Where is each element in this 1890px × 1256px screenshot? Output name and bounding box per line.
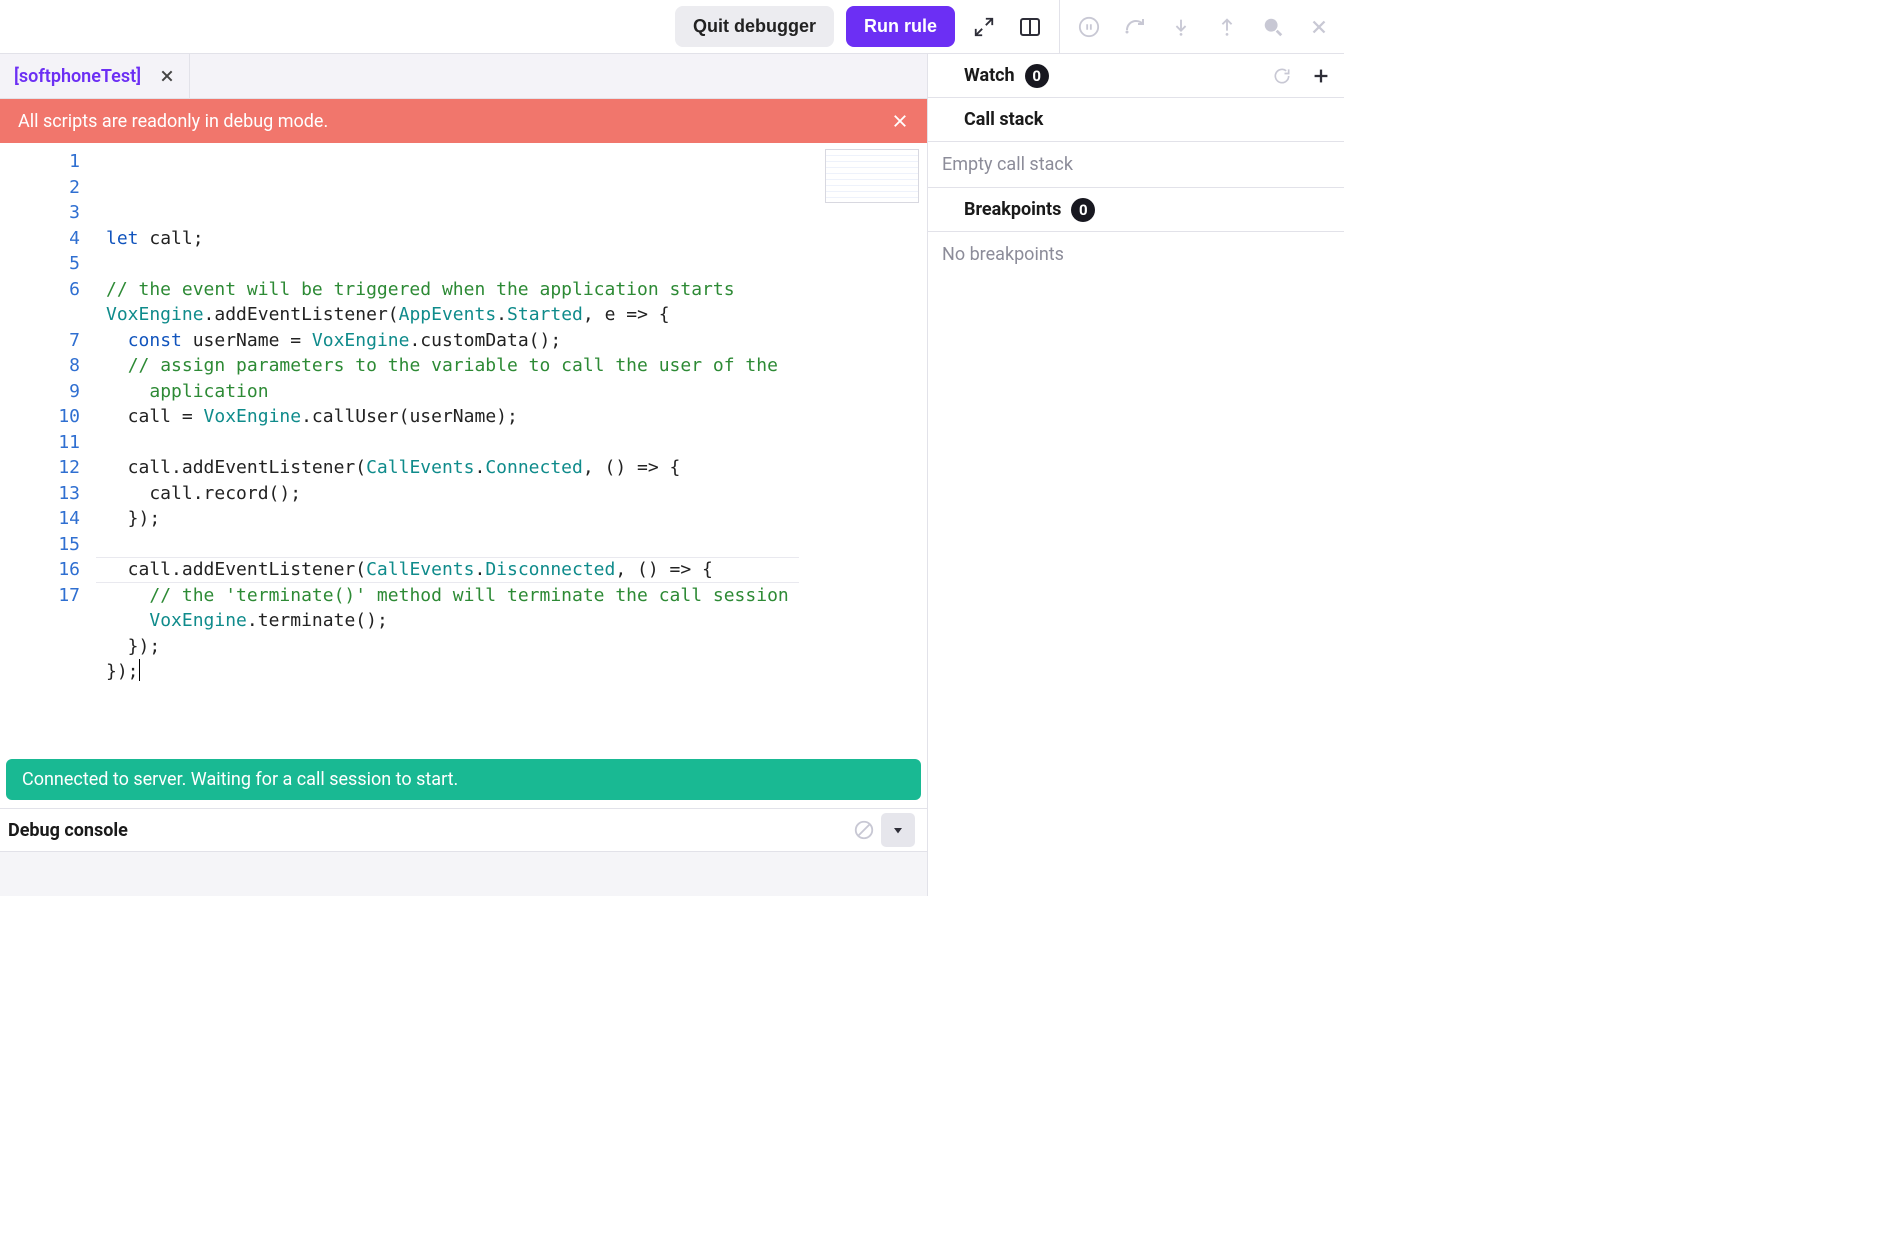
code-line: application [106, 379, 927, 405]
code-line: let call; [106, 226, 927, 252]
pause-icon[interactable] [1072, 10, 1106, 44]
watch-label: Watch [964, 65, 1015, 86]
code-line: VoxEngine.terminate(); [106, 608, 927, 634]
code-line: }); [106, 659, 927, 685]
debug-console-body [0, 852, 927, 896]
breakpoints-count-badge: 0 [1071, 198, 1095, 222]
readonly-banner: All scripts are readonly in debug mode. [0, 99, 927, 143]
caret [139, 659, 141, 681]
breakpoints-empty-text: No breakpoints [942, 244, 1064, 265]
code-line: }); [106, 506, 927, 532]
editor-pane: [softphoneTest] All scripts are readonly… [0, 54, 928, 896]
connection-status: Connected to server. Waiting for a call … [6, 759, 921, 800]
line-number: 9 [0, 379, 80, 405]
watch-count-badge: 0 [1025, 64, 1049, 88]
code-line: // assign parameters to the variable to … [106, 353, 927, 379]
step-out-icon[interactable] [1210, 10, 1244, 44]
main-split: [softphoneTest] All scripts are readonly… [0, 54, 1344, 896]
line-number: 5 [0, 251, 80, 277]
code-line [106, 430, 927, 456]
line-number: 1 [0, 149, 80, 175]
watch-header[interactable]: Watch 0 [928, 54, 1344, 98]
code-area[interactable]: let call; // the event will be triggered … [96, 143, 927, 751]
line-number: 11 [0, 430, 80, 456]
step-into-icon[interactable] [1164, 10, 1198, 44]
breakpoints-label: Breakpoints [964, 199, 1061, 220]
debug-console-header: Debug console [0, 808, 927, 852]
callstack-header[interactable]: Call stack [928, 98, 1344, 142]
clear-console-icon[interactable] [847, 813, 881, 847]
toolbar-divider [1059, 0, 1060, 54]
tab-close-icon[interactable] [159, 68, 175, 84]
line-number: 12 [0, 455, 80, 481]
code-editor[interactable]: 1234567891011121314151617 let call;// th… [0, 143, 927, 751]
minimap[interactable] [825, 149, 919, 203]
line-number: 17 [0, 583, 80, 609]
close-icon[interactable] [1302, 10, 1336, 44]
code-line: call = VoxEngine.callUser(userName); [106, 404, 927, 430]
code-line: call.addEventListener(CallEvents.Disconn… [106, 557, 927, 583]
line-number: 6 [0, 277, 80, 303]
code-line: }); [106, 634, 927, 660]
line-gutter: 1234567891011121314151617 [0, 143, 96, 751]
callstack-label: Call stack [964, 109, 1043, 130]
banner-text: All scripts are readonly in debug mode. [18, 111, 328, 132]
tab-softphonetest[interactable]: [softphoneTest] [0, 54, 190, 98]
run-rule-button[interactable]: Run rule [846, 6, 955, 47]
line-number: 14 [0, 506, 80, 532]
console-dropdown-icon[interactable] [881, 813, 915, 847]
status-text: Connected to server. Waiting for a call … [22, 769, 458, 790]
line-number: 15 [0, 532, 80, 558]
toolbar: Quit debugger Run rule [0, 0, 1344, 54]
quit-debugger-button[interactable]: Quit debugger [675, 6, 834, 47]
layout-toggle-icon[interactable] [1013, 10, 1047, 44]
line-number: 2 [0, 175, 80, 201]
line-number: 8 [0, 353, 80, 379]
line-number: 3 [0, 200, 80, 226]
tab-label: [softphoneTest] [14, 66, 141, 87]
code-line: // the 'terminate()' method will termina… [106, 583, 927, 609]
code-line: const userName = VoxEngine.customData(); [106, 328, 927, 354]
refresh-watch-icon[interactable] [1272, 66, 1292, 86]
line-number: 7 [0, 328, 80, 354]
line-number: 13 [0, 481, 80, 507]
line-number: 10 [0, 404, 80, 430]
callstack-body: Empty call stack [928, 142, 1344, 188]
tabbar: [softphoneTest] [0, 54, 927, 99]
code-line: call.record(); [106, 481, 927, 507]
deactivate-breakpoints-icon[interactable] [1256, 10, 1290, 44]
collapse-icon[interactable] [967, 10, 1001, 44]
callstack-empty-text: Empty call stack [942, 154, 1073, 175]
add-watch-icon[interactable] [1310, 65, 1332, 87]
banner-close-icon[interactable] [891, 112, 909, 130]
debug-console-title: Debug console [8, 820, 128, 841]
code-line [106, 532, 927, 558]
step-over-icon[interactable] [1118, 10, 1152, 44]
code-line: // the event will be triggered when the … [106, 277, 927, 303]
breakpoints-header[interactable]: Breakpoints 0 [928, 188, 1344, 232]
code-line: call.addEventListener(CallEvents.Connect… [106, 455, 927, 481]
line-number [0, 302, 80, 328]
line-number: 4 [0, 226, 80, 252]
debug-sidebar: Watch 0 Call stack Empty call stack Brea… [928, 54, 1344, 896]
code-line: VoxEngine.addEventListener(AppEvents.Sta… [106, 302, 927, 328]
code-line [106, 251, 927, 277]
line-number: 16 [0, 557, 80, 583]
breakpoints-body: No breakpoints [928, 232, 1344, 277]
